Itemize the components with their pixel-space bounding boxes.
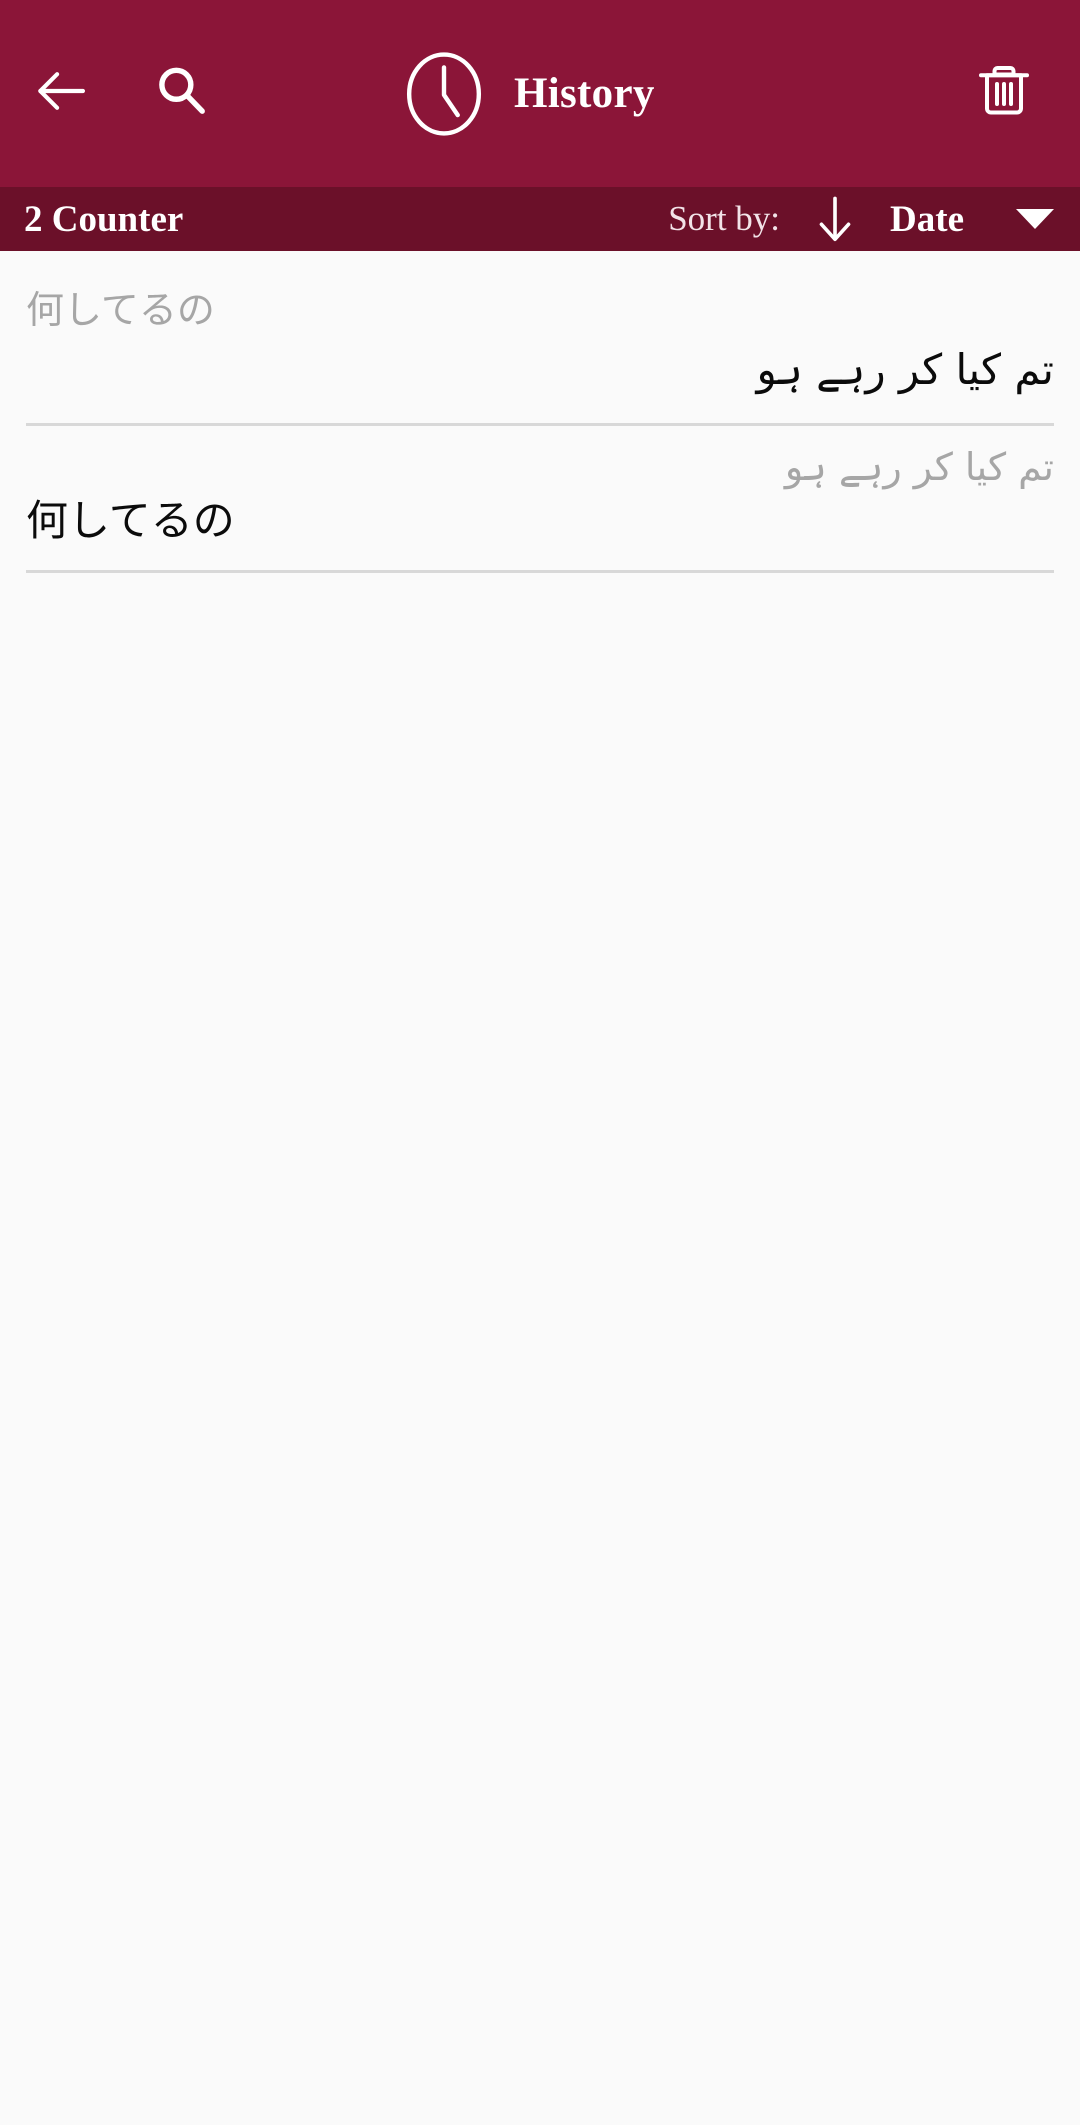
page-title: History: [514, 70, 655, 117]
history-item[interactable]: تم کیا کر رہے ہو 何してるの: [0, 426, 1080, 573]
sort-key-label[interactable]: Date: [890, 198, 964, 241]
history-translated-text: تم کیا کر رہے ہو: [756, 345, 1055, 394]
search-icon: [150, 60, 212, 127]
sort-by-label: Sort by:: [668, 199, 781, 238]
sort-control[interactable]: Sort by: Date: [668, 190, 1054, 248]
trash-icon: [974, 60, 1034, 125]
history-source-text: 何してるの: [26, 288, 215, 332]
history-translated-text: 何してるの: [26, 496, 235, 545]
app-bar-title-group: History: [400, 0, 655, 187]
list-divider: [26, 570, 1054, 573]
arrow-down-icon[interactable]: [780, 190, 864, 248]
caret-down-icon[interactable]: [1016, 209, 1054, 229]
history-list: 何してるの تم کیا کر رہے ہو تم کیا کر رہے ہو …: [0, 251, 1080, 573]
history-source-text: تم کیا کر رہے ہو: [784, 445, 1054, 489]
back-button[interactable]: [7, 40, 115, 148]
clock-icon: [400, 50, 488, 138]
counter-label: 2 Counter: [24, 198, 184, 240]
arrow-left-icon: [30, 60, 92, 127]
app-bar: History: [0, 0, 1080, 187]
sub-toolbar: 2 Counter Sort by: Date: [0, 187, 1080, 251]
delete-all-button[interactable]: [950, 38, 1058, 146]
history-item[interactable]: 何してるの تم کیا کر رہے ہو: [0, 251, 1080, 426]
search-button[interactable]: [127, 40, 235, 148]
